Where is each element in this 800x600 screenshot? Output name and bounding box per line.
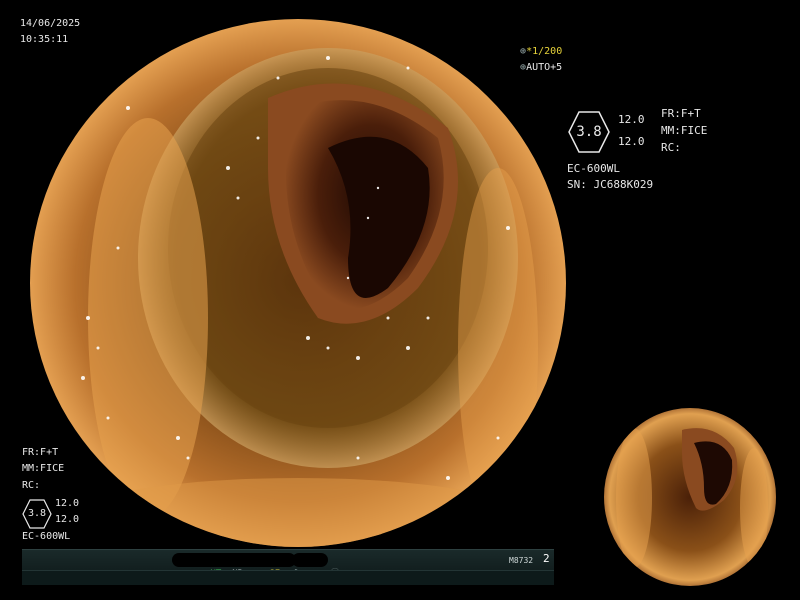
left-mm-label: MM:FICE <box>22 463 65 474</box>
left-scope-model: EC-600WL <box>22 531 71 542</box>
left-param-top: 12.0 <box>55 498 80 509</box>
param-top: 12.0 <box>618 113 645 126</box>
record-pill[interactable]: Ⓐ <box>292 553 340 579</box>
endoscopy-main-view <box>30 19 566 547</box>
left-enhancement-badge: 3.8 <box>22 499 52 529</box>
left-rc-label: RC: <box>22 480 41 491</box>
fr-label: FR:F+T <box>661 107 701 120</box>
rc-label: RC: <box>661 141 681 154</box>
auto-indicator: ⊕AUTO+5 <box>508 50 562 74</box>
status-bar-bottom-row <box>22 570 554 585</box>
left-enhancement-value: 3.8 <box>27 508 47 519</box>
device-code: M8732 <box>509 556 534 565</box>
status-bar: HT NR ✂ SE ƒ Ⓐ M8732 2 <box>22 549 554 585</box>
enhancement-badge: 3.8 <box>567 110 611 154</box>
time-label: 10:35:11 <box>20 34 69 45</box>
status-bar-top-row: HT NR ✂ SE ƒ Ⓐ M8732 2 <box>22 550 554 579</box>
param-bottom: 12.0 <box>618 135 645 148</box>
scope-model: EC-600WL <box>567 162 620 175</box>
enhancement-value: 3.8 <box>576 124 602 140</box>
endoscopy-pip-view <box>604 408 776 586</box>
freeze-pill[interactable]: ƒ <box>254 553 298 579</box>
left-fr-label: FR:F+T <box>22 447 59 458</box>
serial-number: SN: JC688K029 <box>567 178 654 191</box>
mm-label: MM:FICE <box>661 124 708 137</box>
left-param-bottom: 12.0 <box>55 514 80 525</box>
channel-number: 2 <box>543 552 550 565</box>
auto-value: AUTO+5 <box>526 62 563 73</box>
date-label: 14/06/2025 <box>20 18 81 29</box>
